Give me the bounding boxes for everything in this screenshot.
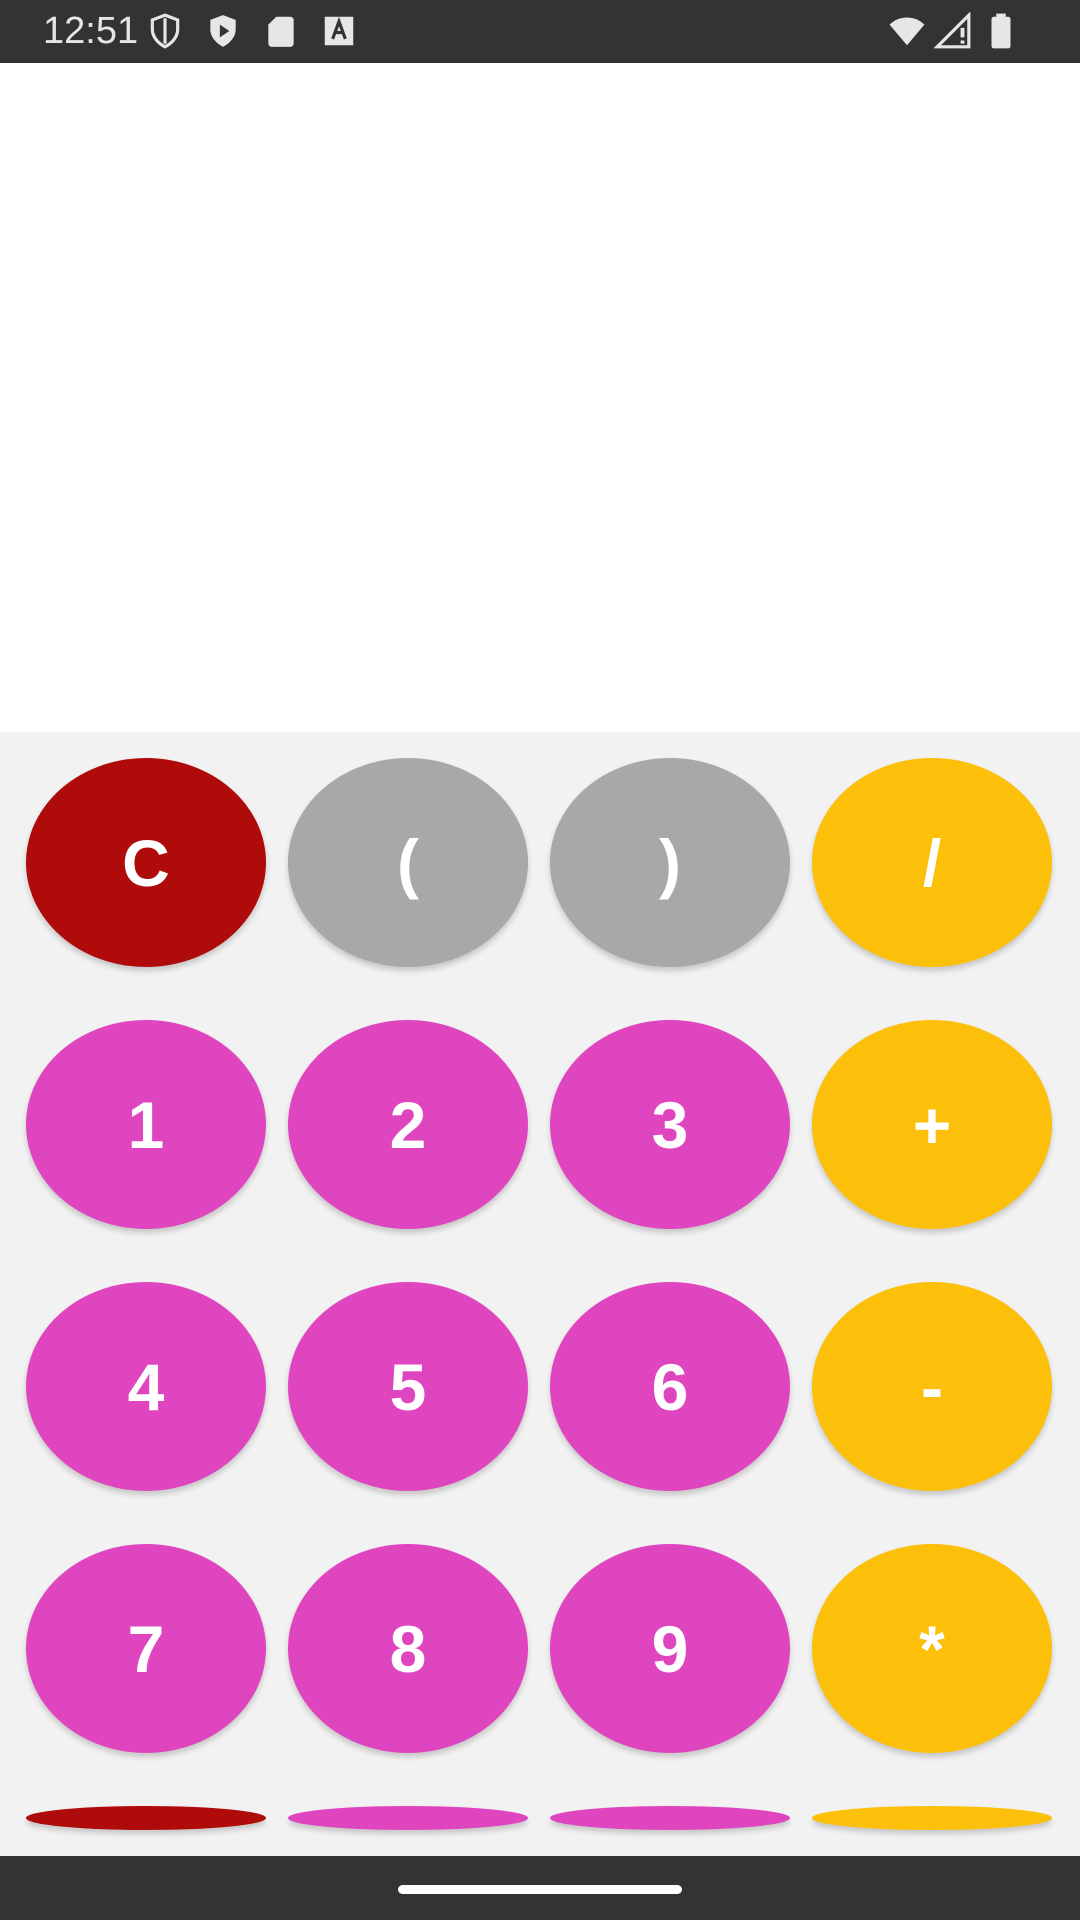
wifi-icon: [889, 17, 925, 46]
sd-card-icon: [268, 16, 294, 47]
multiply-button[interactable]: *: [812, 1544, 1052, 1753]
play-protect-icon: [210, 15, 236, 47]
divide-button[interactable]: /: [812, 758, 1052, 967]
digit-1-button[interactable]: 1: [26, 1020, 266, 1229]
expression-display: [0, 63, 1080, 732]
digit-5-button[interactable]: 5: [288, 1282, 528, 1491]
cell-signal-icon: [934, 12, 971, 49]
digit-7-button[interactable]: 7: [26, 1544, 266, 1753]
close-paren-button[interactable]: ): [550, 758, 790, 967]
digit-3-button[interactable]: 3: [550, 1020, 790, 1229]
plus-button[interactable]: +: [812, 1020, 1052, 1229]
partial-row-button[interactable]: [550, 1806, 790, 1830]
keyboard-a-icon: [324, 16, 354, 46]
clear-button[interactable]: C: [26, 758, 266, 967]
status-time: 12:51: [43, 10, 139, 52]
partial-row-button[interactable]: [26, 1806, 266, 1830]
keypad: C()/ 1 2 3 +4 5 6- 7 8 9 *: [0, 732, 1080, 1856]
digit-2-button[interactable]: 2: [288, 1020, 528, 1229]
status-bar: 12:51: [0, 0, 1080, 63]
navigation-bar: [0, 1856, 1080, 1920]
digit-9-button[interactable]: 9: [550, 1544, 790, 1753]
digit-8-button[interactable]: 8: [288, 1544, 528, 1753]
partial-row-button[interactable]: [288, 1806, 528, 1830]
battery-icon: [991, 13, 1011, 49]
partial-row-button[interactable]: [812, 1806, 1052, 1830]
open-paren-button[interactable]: (: [288, 758, 528, 967]
digit-4-button[interactable]: 4: [26, 1282, 266, 1491]
shield-outline-icon: [150, 13, 180, 49]
home-pill-icon[interactable]: [398, 1885, 682, 1894]
digit-6-button[interactable]: 6: [550, 1282, 790, 1491]
minus-button[interactable]: -: [812, 1282, 1052, 1491]
